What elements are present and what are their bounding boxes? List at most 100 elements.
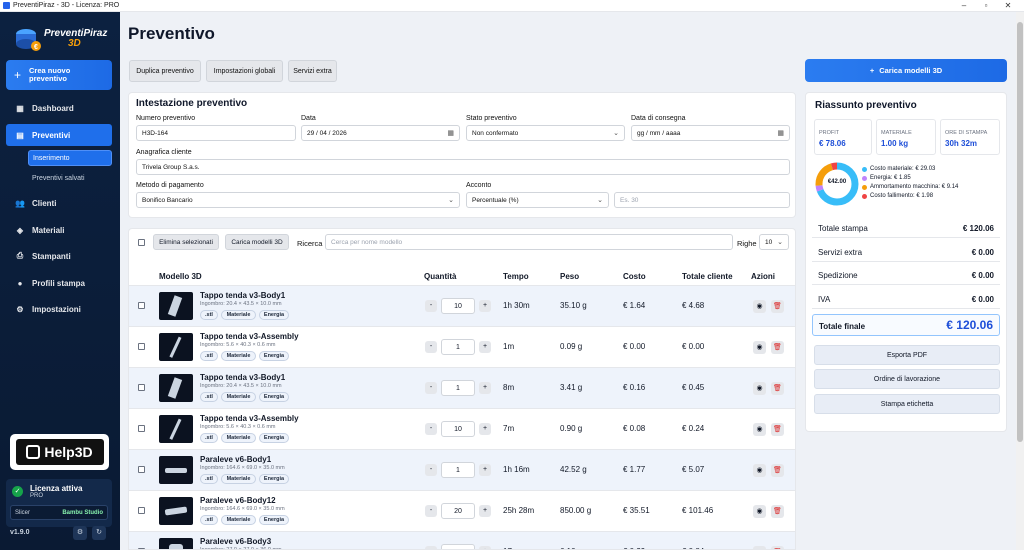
- material-chip[interactable]: Materiale: [221, 392, 256, 402]
- delete-trash-icon[interactable]: 🗑: [771, 464, 784, 477]
- refresh-icon[interactable]: ↻: [92, 526, 106, 540]
- numero-input[interactable]: H3D-164: [136, 125, 296, 141]
- quantity-input[interactable]: 1: [441, 462, 475, 478]
- material-chip[interactable]: Materiale: [221, 351, 256, 361]
- row-checkbox[interactable]: [138, 384, 145, 391]
- quantity-increment-button[interactable]: +: [479, 382, 491, 394]
- stl-chip[interactable]: .stl: [200, 392, 218, 402]
- row-checkbox[interactable]: [138, 343, 145, 350]
- delete-trash-icon[interactable]: 🗑: [771, 382, 784, 395]
- sidebar-item-preventivi[interactable]: ▤ Preventivi: [6, 124, 112, 146]
- quantity-input[interactable]: 1: [441, 339, 475, 355]
- date-input[interactable]: 29 / 04 / 2026 ▦: [301, 125, 460, 141]
- sidebar-item-impostazioni[interactable]: ⚙ Impostazioni: [6, 298, 112, 320]
- view-eye-icon[interactable]: ◉: [753, 423, 766, 436]
- sidebar-item-dashboard[interactable]: ▦ Dashboard: [6, 97, 112, 119]
- quantity-increment-button[interactable]: +: [479, 546, 491, 549]
- quantity-increment-button[interactable]: +: [479, 341, 491, 353]
- close-icon[interactable]: ✕: [994, 0, 1022, 12]
- scrollbar-thumb[interactable]: [1017, 22, 1023, 442]
- row-checkbox[interactable]: [138, 507, 145, 514]
- view-eye-icon[interactable]: ◉: [753, 300, 766, 313]
- energy-chip[interactable]: Energia: [259, 515, 289, 525]
- create-quote-button[interactable]: + Crea nuovo preventivo: [6, 60, 112, 90]
- load-models-button[interactable]: Carica modelli 3D: [225, 234, 289, 250]
- stl-chip[interactable]: .stl: [200, 310, 218, 320]
- quantity-increment-button[interactable]: +: [479, 300, 491, 312]
- quantity-input[interactable]: 1: [441, 380, 475, 396]
- delete-trash-icon[interactable]: 🗑: [771, 546, 784, 549]
- quantity-increment-button[interactable]: +: [479, 464, 491, 476]
- quantity-decrement-button[interactable]: -: [425, 300, 437, 312]
- quantity-input[interactable]: 1: [441, 544, 475, 549]
- print-label-button[interactable]: Stampa etichetta: [814, 394, 1000, 414]
- quantity-decrement-button[interactable]: -: [425, 382, 437, 394]
- material-chip[interactable]: Materiale: [221, 474, 256, 484]
- row-checkbox[interactable]: [138, 425, 145, 432]
- quantity-increment-button[interactable]: +: [479, 505, 491, 517]
- duplicate-quote-button[interactable]: Duplica preventivo: [129, 60, 201, 82]
- material-chip[interactable]: Materiale: [221, 310, 256, 320]
- stl-chip[interactable]: .stl: [200, 515, 218, 525]
- quantity-decrement-button[interactable]: -: [425, 464, 437, 476]
- search-input[interactable]: Cerca per nome modello: [325, 234, 733, 250]
- sidebar-item-stampanti[interactable]: ⎙ Stampanti: [6, 245, 112, 267]
- view-eye-icon[interactable]: ◉: [753, 505, 766, 518]
- export-pdf-button[interactable]: Esporta PDF: [814, 345, 1000, 365]
- settings-gear-icon[interactable]: ⚙: [73, 526, 87, 540]
- extra-services-button[interactable]: Servizi extra: [288, 60, 337, 82]
- deposit-amount-input[interactable]: Es. 30: [614, 192, 790, 208]
- stl-chip[interactable]: .stl: [200, 351, 218, 361]
- global-settings-button[interactable]: Impostazioni globali: [206, 60, 283, 82]
- energy-chip[interactable]: Energia: [259, 474, 289, 484]
- quantity-decrement-button[interactable]: -: [425, 423, 437, 435]
- view-eye-icon[interactable]: ◉: [753, 341, 766, 354]
- help3d-banner[interactable]: Help3D: [10, 434, 109, 470]
- energy-chip[interactable]: Energia: [259, 351, 289, 361]
- quantity-decrement-button[interactable]: -: [425, 546, 437, 549]
- status-select[interactable]: Non confermato ⌄: [466, 125, 625, 141]
- quantity-decrement-button[interactable]: -: [425, 505, 437, 517]
- page-scrollbar[interactable]: [1016, 12, 1024, 550]
- payment-method-select[interactable]: Bonifico Bancario ⌄: [136, 192, 460, 208]
- calendar-icon[interactable]: ▦: [777, 129, 784, 137]
- material-chip[interactable]: Materiale: [221, 515, 256, 525]
- energy-chip[interactable]: Energia: [259, 392, 289, 402]
- stl-chip[interactable]: .stl: [200, 433, 218, 443]
- sidebar-item-label: Profili stampa: [32, 278, 85, 288]
- view-eye-icon[interactable]: ◉: [753, 382, 766, 395]
- print-time: 8m: [503, 383, 515, 392]
- sidebar-item-materiali[interactable]: ◈ Materiali: [6, 219, 112, 241]
- rows-per-page-select[interactable]: 10 ⌄: [759, 234, 789, 250]
- delete-trash-icon[interactable]: 🗑: [771, 341, 784, 354]
- sidebar-item-profili-stampa[interactable]: ● Profili stampa: [6, 272, 112, 294]
- deposit-type-select[interactable]: Percentuale (%) ⌄: [466, 192, 609, 208]
- view-eye-icon[interactable]: ◉: [753, 464, 766, 477]
- row-checkbox[interactable]: [138, 466, 145, 473]
- energy-chip[interactable]: Energia: [259, 310, 289, 320]
- slicer-indicator[interactable]: Slicer Bambu Studio: [10, 505, 108, 520]
- quantity-input[interactable]: 20: [441, 503, 475, 519]
- sidebar-item-clienti[interactable]: 👥 Clienti: [6, 192, 112, 214]
- select-all-checkbox[interactable]: [138, 239, 145, 246]
- quantity-input[interactable]: 10: [441, 298, 475, 314]
- delivery-date-input[interactable]: gg / mm / aaaa ▦: [631, 125, 790, 141]
- delete-selected-button[interactable]: Elimina selezionati: [153, 234, 219, 250]
- calendar-icon[interactable]: ▦: [447, 129, 454, 137]
- quantity-decrement-button[interactable]: -: [425, 341, 437, 353]
- delete-trash-icon[interactable]: 🗑: [771, 300, 784, 313]
- load-3d-models-button[interactable]: + Carica modelli 3D: [805, 59, 1007, 82]
- work-order-button[interactable]: Ordine di lavorazione: [814, 369, 1000, 389]
- stl-chip[interactable]: .stl: [200, 474, 218, 484]
- sidebar-subitem-inserimento[interactable]: Inserimento: [28, 150, 112, 166]
- row-checkbox[interactable]: [138, 302, 145, 309]
- material-chip[interactable]: Materiale: [221, 433, 256, 443]
- client-input[interactable]: Trivela Group S.a.s.: [136, 159, 790, 175]
- delete-trash-icon[interactable]: 🗑: [771, 423, 784, 436]
- quantity-increment-button[interactable]: +: [479, 423, 491, 435]
- quantity-input[interactable]: 10: [441, 421, 475, 437]
- view-eye-icon[interactable]: ◉: [753, 546, 766, 549]
- energy-chip[interactable]: Energia: [259, 433, 289, 443]
- delete-trash-icon[interactable]: 🗑: [771, 505, 784, 518]
- sidebar-subitem-preventivi-salvati[interactable]: Preventivi salvati: [28, 170, 112, 186]
